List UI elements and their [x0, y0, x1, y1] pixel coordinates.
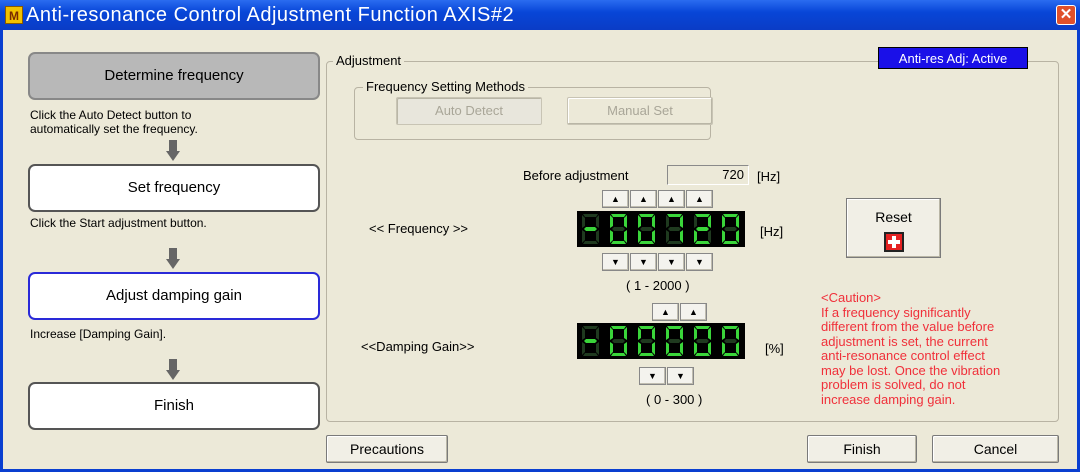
step-hint: Click the Auto Detect button to automati…	[30, 108, 198, 136]
frequency-digit-down-button[interactable]: ▼	[686, 253, 713, 271]
flow-arrow-icon	[166, 140, 180, 162]
before-adjustment-value: 720	[667, 165, 749, 185]
frequency-digit-up-button[interactable]: ▲	[630, 190, 657, 208]
caution-line: problem is solved, do not	[821, 377, 966, 392]
frequency-range: ( 1 - 2000 )	[626, 278, 690, 293]
segment-digit	[717, 211, 744, 247]
damping-gain-display	[577, 323, 745, 359]
segment-digit	[577, 323, 604, 359]
finish-button[interactable]: Finish	[807, 435, 917, 463]
caution-line: <Caution>	[821, 290, 881, 305]
damping-gain-label: <<Damping Gain>>	[361, 339, 475, 354]
damping-digit-up-button[interactable]: ▲	[680, 303, 707, 321]
red-cross-icon	[884, 232, 904, 252]
frequency-digit-down-button[interactable]: ▼	[602, 253, 629, 271]
segment-digit	[633, 211, 660, 247]
segment-digit	[577, 211, 604, 247]
app-window: M Anti-resonance Control Adjustment Func…	[0, 0, 1080, 472]
close-button[interactable]: ✕	[1056, 5, 1076, 25]
manual-set-button[interactable]: Manual Set	[567, 97, 713, 125]
damping-digit-up-button[interactable]: ▲	[652, 303, 679, 321]
frequency-digit-up-button[interactable]: ▲	[658, 190, 685, 208]
auto-detect-button[interactable]: Auto Detect	[396, 97, 542, 125]
frequency-digit-up-button[interactable]: ▲	[686, 190, 713, 208]
title-bar[interactable]: M Anti-resonance Control Adjustment Func…	[0, 0, 1080, 30]
segment-digit	[689, 323, 716, 359]
step-hint: Click the Start adjustment button.	[30, 216, 207, 230]
app-icon: M	[5, 6, 23, 24]
frequency-digit-up-button[interactable]: ▲	[602, 190, 629, 208]
step-adjust-damping-gain: Adjust damping gain	[28, 272, 320, 320]
damping-digit-down-button[interactable]: ▼	[667, 367, 694, 385]
status-badge: Anti-res Adj: Active	[878, 47, 1028, 69]
caution-line: increase damping gain.	[821, 391, 956, 407]
reset-button[interactable]: Reset	[846, 198, 941, 258]
segment-digit	[605, 211, 632, 247]
caution-line: If a frequency significantly	[821, 304, 971, 320]
step-hint-line: automatically set the frequency.	[30, 122, 198, 136]
precautions-button[interactable]: Precautions	[326, 435, 448, 463]
damping-gain-unit: [%]	[765, 341, 784, 356]
segment-digit	[689, 211, 716, 247]
flow-arrow-icon	[166, 248, 180, 270]
caution-line: different from the value before	[821, 319, 995, 334]
before-adjustment-unit: [Hz]	[757, 169, 781, 184]
window-title: Anti-resonance Control Adjustment Functi…	[26, 4, 515, 26]
cancel-button[interactable]: Cancel	[932, 435, 1059, 463]
damping-gain-range: ( 0 - 300 )	[646, 392, 703, 407]
step-finish: Finish	[28, 382, 320, 430]
step-determine-frequency: Determine frequency	[28, 52, 320, 100]
segment-digit	[633, 323, 660, 359]
dialog-body: Determine frequency Click the Auto Detec…	[3, 30, 1077, 469]
before-adjustment-label: Before adjustment	[523, 168, 629, 183]
caution-line: may be lost. Once the vibration	[821, 362, 1001, 378]
frequency-unit: [Hz]	[760, 224, 784, 239]
caution-line: anti-resonance control effect	[821, 348, 985, 363]
step-hint-line: Click the Auto Detect button to	[30, 108, 192, 122]
frequency-display	[577, 211, 745, 247]
damping-digit-down-button[interactable]: ▼	[639, 367, 666, 385]
step-hint: Increase [Damping Gain].	[30, 327, 166, 341]
frequency-digit-down-button[interactable]: ▼	[658, 253, 685, 271]
adjustment-group-title: Adjustment	[333, 53, 405, 69]
step-hint-line: Click the Start adjustment button.	[30, 216, 207, 230]
step-hint-line: Increase [Damping Gain].	[30, 327, 167, 341]
frequency-digit-down-button[interactable]: ▼	[630, 253, 657, 271]
reset-button-label: Reset	[875, 209, 912, 225]
step-set-frequency: Set frequency	[28, 164, 320, 212]
frequency-methods-title: Frequency Setting Methods	[363, 79, 528, 95]
segment-digit	[605, 323, 632, 359]
frequency-label: << Frequency >>	[369, 221, 469, 236]
caution-text: <Caution> If a frequency significantly d…	[821, 290, 1016, 407]
flow-arrow-icon	[166, 359, 180, 381]
segment-digit	[661, 323, 688, 359]
segment-digit	[661, 211, 688, 247]
caution-line: adjustment is set, the current	[821, 333, 988, 349]
segment-digit	[717, 323, 744, 359]
